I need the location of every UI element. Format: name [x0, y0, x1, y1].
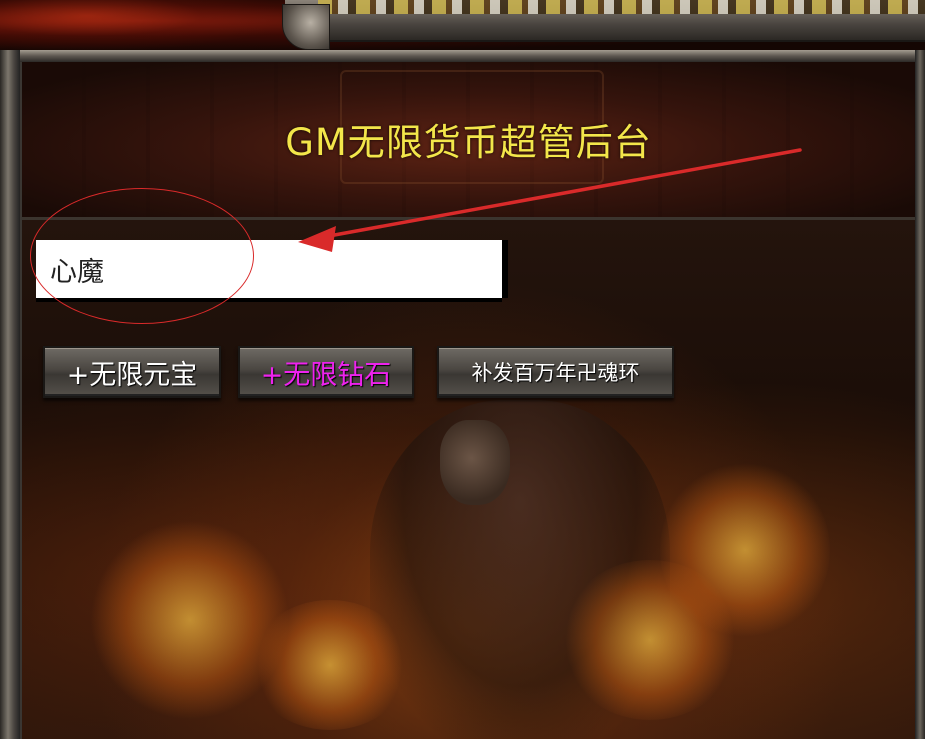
add-unlimited-diamond-button[interactable]: +无限钻石: [238, 346, 414, 398]
frame-right-border: [915, 50, 925, 739]
frame-top-border: [0, 50, 925, 62]
page-title: GM无限货币超管后台: [285, 121, 652, 164]
player-name-field[interactable]: [36, 240, 502, 298]
game-gm-panel: GM无限货币超管后台 +无限元宝 +无限钻石 补发百万年卍魂环: [0, 0, 925, 739]
hero-head-art: [440, 420, 510, 505]
add-unlimited-yuanbao-button[interactable]: +无限元宝: [43, 346, 221, 398]
flame-art-low: [250, 600, 410, 730]
top-banner-art: [0, 0, 290, 52]
flame-art-right: [660, 460, 830, 640]
reissue-soul-ring-button[interactable]: 补发百万年卍魂环: [437, 346, 674, 398]
top-ticker-strip: [318, 0, 925, 14]
frame-left-border: [0, 50, 20, 739]
